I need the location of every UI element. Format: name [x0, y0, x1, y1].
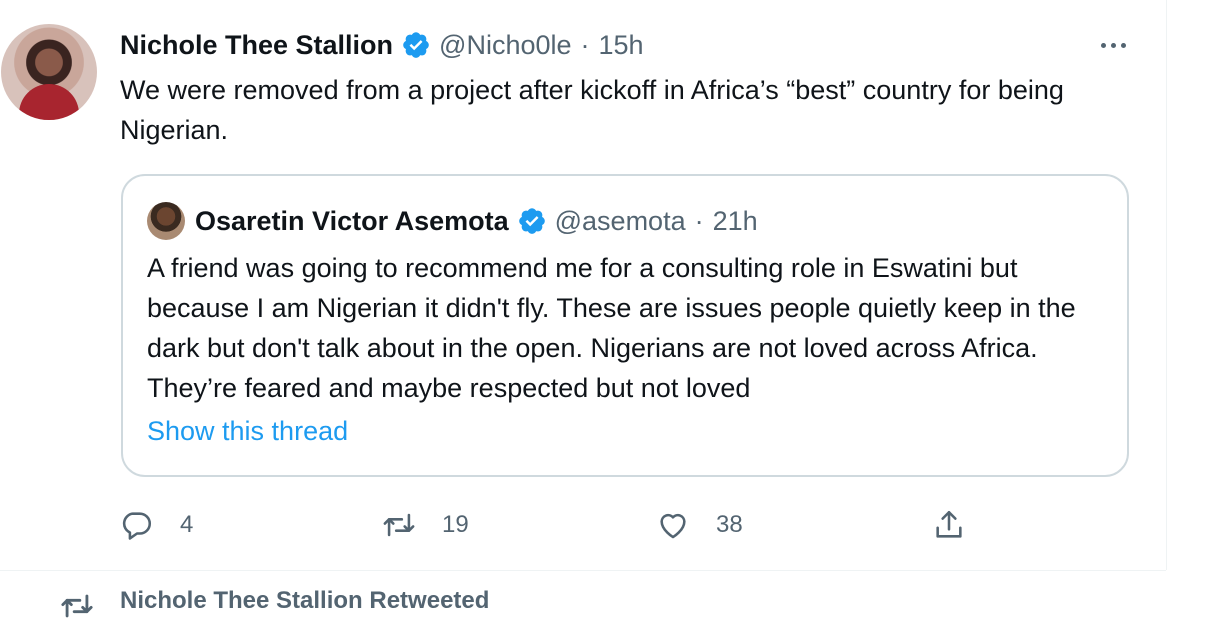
right-gutter — [1167, 0, 1226, 598]
retweet-button[interactable]: 19 — [382, 502, 469, 548]
retweet-icon — [61, 594, 93, 618]
retweet-icon — [383, 513, 415, 537]
quoted-author-avatar — [147, 202, 185, 240]
like-button[interactable]: 38 — [656, 502, 743, 548]
tweet-timestamp[interactable]: 15h — [599, 30, 644, 61]
separator-dot: · — [694, 205, 704, 236]
quoted-tweet[interactable]: Osaretin Victor Asemota @asemota · 21h A… — [121, 174, 1129, 477]
author-name[interactable]: Nichole Thee Stallion — [120, 30, 393, 61]
more-options-icon[interactable] — [1092, 30, 1134, 60]
reply-count: 4 — [180, 511, 194, 538]
separator-dot: · — [580, 29, 590, 60]
tweet-header: Nichole Thee Stallion @Nicho0le · 15h — [120, 28, 644, 62]
retweeted-label: Nichole Thee Stallion Retweeted — [120, 587, 490, 614]
verified-badge-icon — [518, 208, 545, 234]
reply-icon — [122, 512, 152, 540]
next-tweet-preview: Nichole Thee Stallion Retweeted — [0, 570, 1166, 618]
quoted-author-handle: @asemota — [554, 205, 686, 236]
tweet-card[interactable]: Nichole Thee Stallion @Nicho0le · 15h We… — [0, 0, 1167, 618]
tweet-actions: 4 19 38 — [120, 502, 1120, 548]
quoted-tweet-timestamp: 21h — [712, 205, 758, 236]
quoted-author-name: Osaretin Victor Asemota — [195, 205, 509, 236]
retweet-count: 19 — [442, 511, 469, 538]
verified-badge-icon — [403, 32, 429, 58]
quoted-tweet-text: A friend was going to recommend me for a… — [147, 253, 1076, 403]
author-handle[interactable]: @Nicho0le — [439, 30, 571, 61]
share-icon — [936, 510, 962, 538]
reply-button[interactable]: 4 — [120, 502, 193, 548]
like-count: 38 — [716, 511, 743, 538]
show-thread-link[interactable]: Show this thread — [147, 416, 348, 447]
tweet-text: We were removed from a project after kic… — [120, 75, 1064, 145]
avatar[interactable] — [1, 24, 97, 120]
heart-icon — [660, 513, 686, 539]
share-button[interactable] — [932, 502, 966, 548]
quoted-tweet-header: Osaretin Victor Asemota @asemota · 21h — [147, 202, 758, 240]
